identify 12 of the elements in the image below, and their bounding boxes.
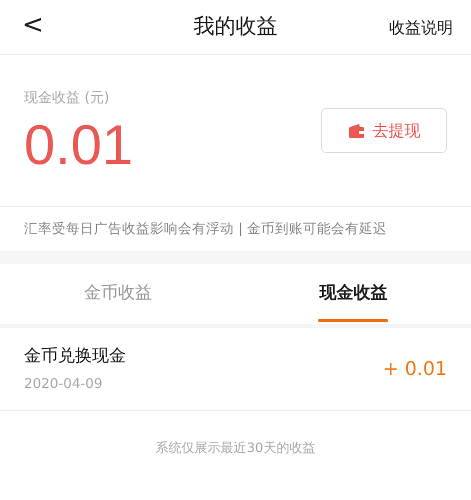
back-button[interactable]: < [14,8,52,42]
record-title: 金币兑换现金 [24,345,126,368]
record-amount: + 0.01 [382,356,447,382]
wallet-icon [348,122,364,138]
balance-amount: 0.01 [24,117,133,173]
explanation-link[interactable]: 收益说明 [385,14,457,42]
footer-note: 系统仅展示最近30天的收益 [156,441,316,456]
balance-label: 现金收益 (元) [24,89,110,108]
record-date: 2020-04-09 [24,374,104,394]
tab[interactable]: 现金收益 [236,264,471,324]
notice-text: 汇率受每日广告收益影响会有浮动 | 金币到账可能会有延迟 [24,220,388,239]
page-title: 我的收益 [194,13,278,40]
